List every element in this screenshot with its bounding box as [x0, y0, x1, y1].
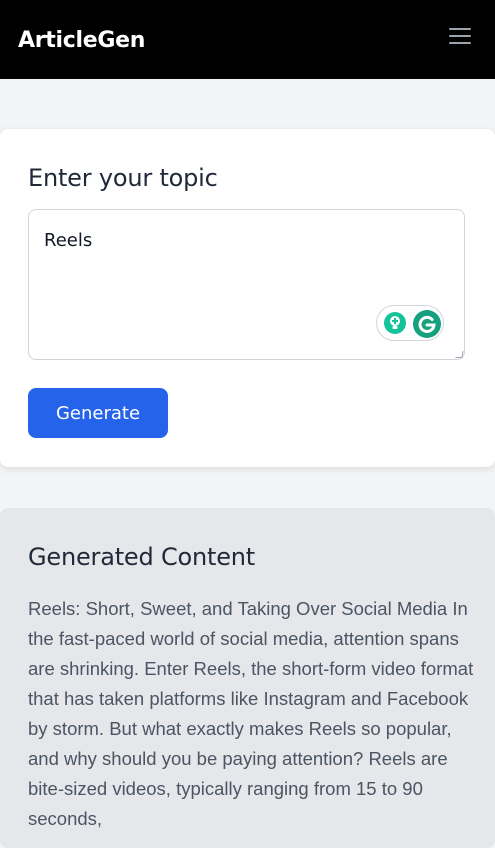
grammarly-logo-icon[interactable] [413, 310, 441, 338]
generated-content-heading: Generated Content [28, 543, 256, 571]
generated-content-card: Generated Content Reels: Short, Sweet, a… [0, 508, 495, 848]
menu-bar-line [449, 42, 471, 44]
topic-card: Enter your topic Reels Generate [0, 129, 495, 467]
hamburger-menu-icon[interactable] [445, 22, 475, 50]
topic-heading: Enter your topic [28, 164, 218, 192]
resize-grip-icon[interactable] [455, 351, 464, 358]
grammarly-widget[interactable] [376, 305, 444, 341]
navbar: ArticleGen [0, 0, 495, 79]
grammarly-suggestion-icon[interactable] [384, 312, 406, 334]
generate-button[interactable]: Generate [28, 388, 168, 438]
brand-logo[interactable]: ArticleGen [18, 26, 145, 56]
menu-bar-line [449, 35, 471, 37]
generated-content-text: Reels: Short, Sweet, and Taking Over Soc… [28, 598, 474, 829]
menu-bar-line [449, 28, 471, 30]
